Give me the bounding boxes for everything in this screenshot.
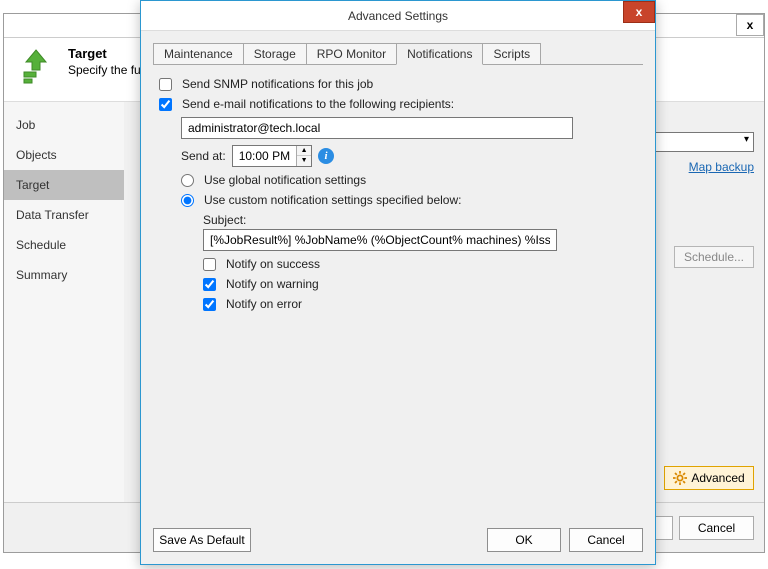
save-default-button[interactable]: Save As Default (153, 528, 251, 552)
info-icon[interactable]: i (318, 148, 334, 164)
notify-warning-label: Notify on warning (226, 277, 319, 291)
close-button[interactable]: x (623, 1, 655, 23)
time-spin-up-icon[interactable]: ▲ (297, 146, 311, 156)
notify-success-label: Notify on success (226, 257, 320, 271)
notify-error-label: Notify on error (226, 297, 302, 311)
dialog-titlebar: Advanced Settings x (141, 1, 655, 31)
schedule-button: Schedule... (674, 246, 754, 268)
global-settings-radio[interactable] (181, 174, 194, 187)
email-label: Send e-mail notifications to the followi… (182, 97, 454, 111)
gear-icon (673, 471, 687, 485)
bg-dropdown[interactable] (654, 132, 754, 152)
global-settings-label: Use global notification settings (204, 173, 366, 187)
tab-notifications[interactable]: Notifications (396, 43, 483, 65)
bg-close-button[interactable]: x (736, 14, 764, 36)
email-recipients-input[interactable] (181, 117, 573, 139)
custom-settings-label: Use custom notification settings specifi… (204, 193, 461, 207)
tab-maintenance[interactable]: Maintenance (153, 43, 244, 64)
advanced-button[interactable]: Advanced (664, 466, 754, 490)
subject-input[interactable] (203, 229, 557, 251)
time-spin-down-icon[interactable]: ▼ (297, 156, 311, 166)
sidebar-item-summary[interactable]: Summary (4, 260, 124, 290)
notify-success-checkbox[interactable] (203, 258, 216, 271)
advanced-label: Advanced (691, 467, 744, 489)
email-checkbox[interactable] (159, 98, 172, 111)
notify-error-checkbox[interactable] (203, 298, 216, 311)
map-backup-link[interactable]: Map backup (689, 160, 754, 174)
ok-button[interactable]: OK (487, 528, 561, 552)
notifications-panel: Send SNMP notifications for this job Sen… (153, 65, 643, 323)
subject-label: Subject: (203, 213, 246, 227)
sidebar-item-target[interactable]: Target (4, 170, 124, 200)
dialog-footer: Save As Default OK Cancel (141, 516, 655, 564)
send-at-label: Send at: (181, 149, 226, 163)
wizard-sidebar: Job Objects Target Data Transfer Schedul… (4, 102, 124, 502)
tab-strip: Maintenance Storage RPO Monitor Notifica… (153, 41, 643, 65)
target-icon (16, 46, 56, 89)
custom-settings-radio[interactable] (181, 194, 194, 207)
dialog-title: Advanced Settings (348, 9, 448, 23)
cancel-button[interactable]: Cancel (569, 528, 643, 552)
sidebar-item-schedule[interactable]: Schedule (4, 230, 124, 260)
bg-cancel-button[interactable]: Cancel (679, 516, 754, 540)
snmp-checkbox[interactable] (159, 78, 172, 91)
tab-scripts[interactable]: Scripts (482, 43, 541, 64)
snmp-label: Send SNMP notifications for this job (182, 77, 373, 91)
sidebar-item-objects[interactable]: Objects (4, 140, 124, 170)
sidebar-item-job[interactable]: Job (4, 110, 124, 140)
notify-warning-checkbox[interactable] (203, 278, 216, 291)
tab-storage[interactable]: Storage (243, 43, 307, 64)
send-at-value: 10:00 PM (233, 149, 296, 163)
send-at-time-input[interactable]: 10:00 PM ▲ ▼ (232, 145, 312, 167)
tab-rpo-monitor[interactable]: RPO Monitor (306, 43, 397, 64)
sidebar-item-data-transfer[interactable]: Data Transfer (4, 200, 124, 230)
advanced-settings-dialog: Advanced Settings x Maintenance Storage … (140, 0, 656, 565)
